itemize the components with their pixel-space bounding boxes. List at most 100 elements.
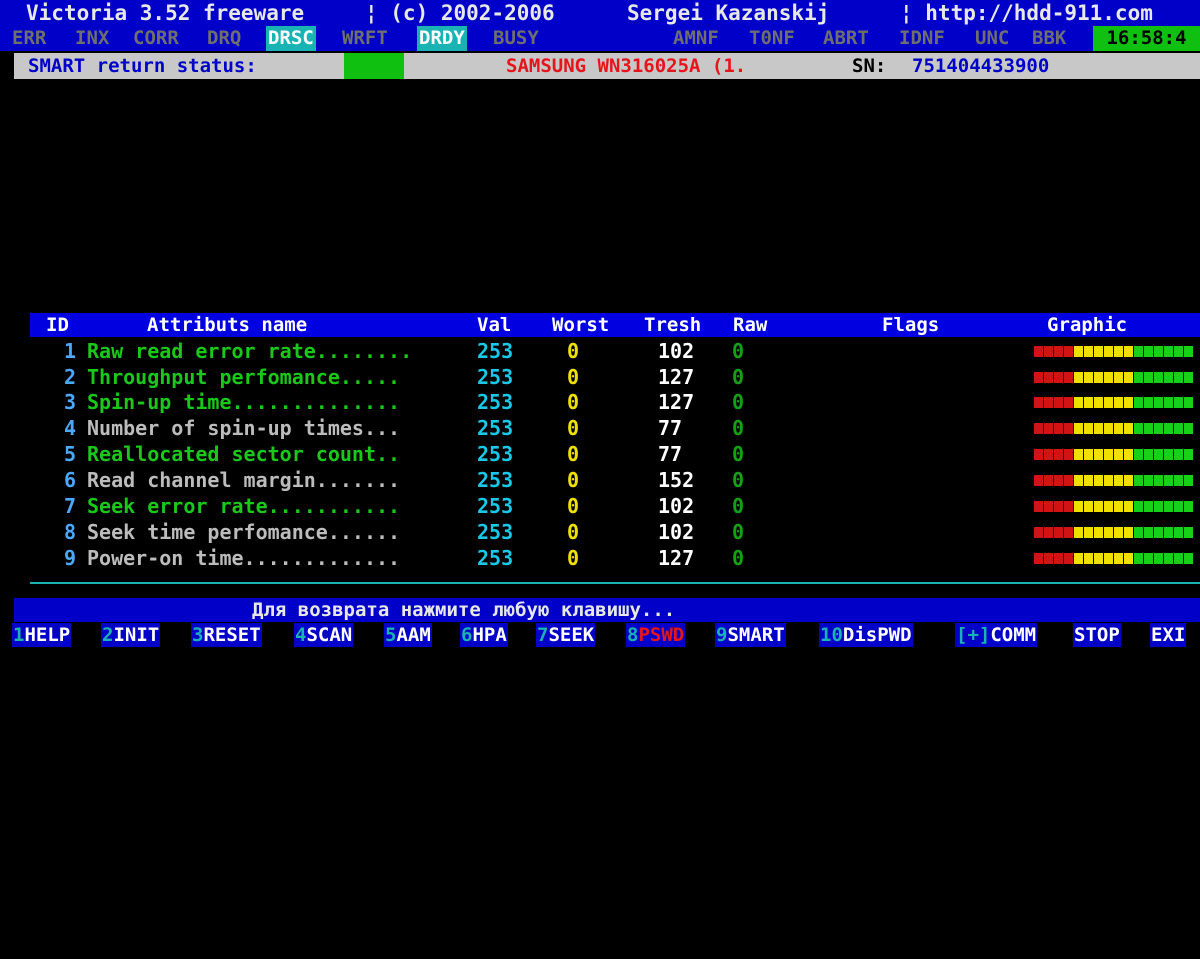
graphic-segment xyxy=(1054,423,1063,434)
header-name: Attributs name xyxy=(147,314,308,336)
header-val: Val xyxy=(477,314,512,336)
graphic-segment xyxy=(1094,553,1103,564)
graphic-segment xyxy=(1084,372,1093,383)
graphic-segment xyxy=(1114,423,1123,434)
graphic-segment xyxy=(1164,501,1173,512)
graphic-segment xyxy=(1084,553,1093,564)
attr-tresh: 77 xyxy=(658,416,683,440)
flag-amnf: AMNF xyxy=(673,27,719,49)
graphic-segment xyxy=(1154,423,1163,434)
smart-status-indicator xyxy=(344,53,404,79)
graphic-segment xyxy=(1154,397,1163,408)
graphic-segment xyxy=(1054,553,1063,564)
graphic-segment xyxy=(1144,527,1153,538)
graphic-segment xyxy=(1104,449,1113,460)
graphic-segment xyxy=(1044,449,1053,460)
website-url: ¦ http://hdd-911.com xyxy=(900,1,1153,25)
graphic-segment xyxy=(1064,397,1073,408)
graphic-segment xyxy=(1164,449,1173,460)
graphic-segment xyxy=(1074,501,1083,512)
graphic-segment xyxy=(1174,475,1183,486)
attr-val: 253 xyxy=(477,546,514,570)
fkey-hpa[interactable]: 6HPA xyxy=(460,623,508,647)
fkey-scan[interactable]: 4SCAN xyxy=(294,623,354,647)
table-row: 5 Reallocated sector count.. 253 0 77 0 xyxy=(0,441,1200,467)
table-row: 6 Read channel margin....... 253 0 152 0 xyxy=(0,467,1200,493)
attr-id: 3 xyxy=(63,390,76,414)
graphic-segment xyxy=(1164,527,1173,538)
table-row: 2 Throughput perfomance..... 253 0 127 0 xyxy=(0,364,1200,390)
header-worst: Worst xyxy=(552,314,610,336)
graphic-segment xyxy=(1124,346,1133,357)
fkey-dispwd[interactable]: 10DisPWD xyxy=(819,623,913,647)
copyright-text: ¦ (c) 2002-2006 xyxy=(365,1,555,25)
attr-raw: 0 xyxy=(732,390,745,414)
graphic-segment xyxy=(1084,449,1093,460)
graphic-segment xyxy=(1104,372,1113,383)
fkey-exit[interactable]: EXI xyxy=(1150,623,1187,647)
graphic-segment xyxy=(1184,527,1193,538)
drive-model: SAMSUNG WN316025A (1. xyxy=(506,55,747,77)
graphic-segment xyxy=(1124,501,1133,512)
graphic-segment xyxy=(1174,423,1183,434)
fkey-aam[interactable]: 5AAM xyxy=(384,623,432,647)
graphic-segment xyxy=(1134,397,1143,408)
graphic-segment xyxy=(1074,527,1083,538)
graphic-segment xyxy=(1084,346,1093,357)
attr-tresh: 127 xyxy=(658,365,695,389)
attr-tresh: 77 xyxy=(658,442,683,466)
attr-worst: 0 xyxy=(567,339,580,363)
table-divider xyxy=(30,582,1200,584)
serial-number-label: SN: xyxy=(852,55,887,77)
graphic-segment xyxy=(1164,346,1173,357)
fkey-stop[interactable]: STOP xyxy=(1073,623,1121,647)
graphic-segment xyxy=(1124,527,1133,538)
graphic-segment xyxy=(1114,501,1123,512)
graphic-segment xyxy=(1174,372,1183,383)
graphic-segment xyxy=(1074,372,1083,383)
graphic-segment xyxy=(1144,423,1153,434)
graphic-segment xyxy=(1114,449,1123,460)
fkey-comm[interactable]: [+]COMM xyxy=(955,623,1038,647)
graphic-segment xyxy=(1144,449,1153,460)
function-key-bar: 1HELP 2INIT 3RESET 4SCAN 5AAM 6HPA 7SEEK… xyxy=(0,623,1200,647)
title-bar: Victoria 3.52 freeware ¦ (c) 2002-2006 S… xyxy=(0,0,1200,26)
graphic-segment xyxy=(1074,397,1083,408)
fkey-init[interactable]: 2INIT xyxy=(101,623,161,647)
message-bar: Для возврата нажмите любую клавишу... xyxy=(14,598,1200,622)
attr-name: Reallocated sector count.. xyxy=(87,442,401,466)
graphic-segment xyxy=(1184,553,1193,564)
fkey-reset[interactable]: 3RESET xyxy=(191,623,262,647)
fkey-pswd[interactable]: 8PSWD xyxy=(626,623,686,647)
graphic-segment xyxy=(1124,553,1133,564)
graphic-segment xyxy=(1154,449,1163,460)
flag-drdy: DRDY xyxy=(417,26,467,51)
attr-val: 253 xyxy=(477,520,514,544)
graphic-segment xyxy=(1124,372,1133,383)
attr-raw: 0 xyxy=(732,339,745,363)
graphic-segment xyxy=(1054,346,1063,357)
attr-raw: 0 xyxy=(732,494,745,518)
attr-tresh: 127 xyxy=(658,390,695,414)
serial-number-value: 751404433900 xyxy=(912,55,1050,77)
press-any-key-message: Для возврата нажмите любую клавишу... xyxy=(252,599,676,621)
fkey-smart[interactable]: 9SMART xyxy=(715,623,786,647)
graphic-segment xyxy=(1184,423,1193,434)
fkey-help[interactable]: 1HELP xyxy=(12,623,72,647)
fkey-seek[interactable]: 7SEEK xyxy=(536,623,596,647)
graphic-segment xyxy=(1054,527,1063,538)
graphic-segment xyxy=(1104,423,1113,434)
graphic-segment xyxy=(1084,527,1093,538)
attr-id: 8 xyxy=(63,520,76,544)
attr-raw: 0 xyxy=(732,416,745,440)
graphic-segment xyxy=(1064,449,1073,460)
graphic-segment xyxy=(1114,346,1123,357)
graphic-segment xyxy=(1094,527,1103,538)
graphic-segment xyxy=(1064,372,1073,383)
graphic-segment xyxy=(1134,501,1143,512)
graphic-segment xyxy=(1154,553,1163,564)
graphic-segment xyxy=(1184,449,1193,460)
table-row: 3 Spin-up time.............. 253 0 127 0 xyxy=(0,389,1200,415)
graphic-segment xyxy=(1084,397,1093,408)
graphic-segment xyxy=(1134,423,1143,434)
